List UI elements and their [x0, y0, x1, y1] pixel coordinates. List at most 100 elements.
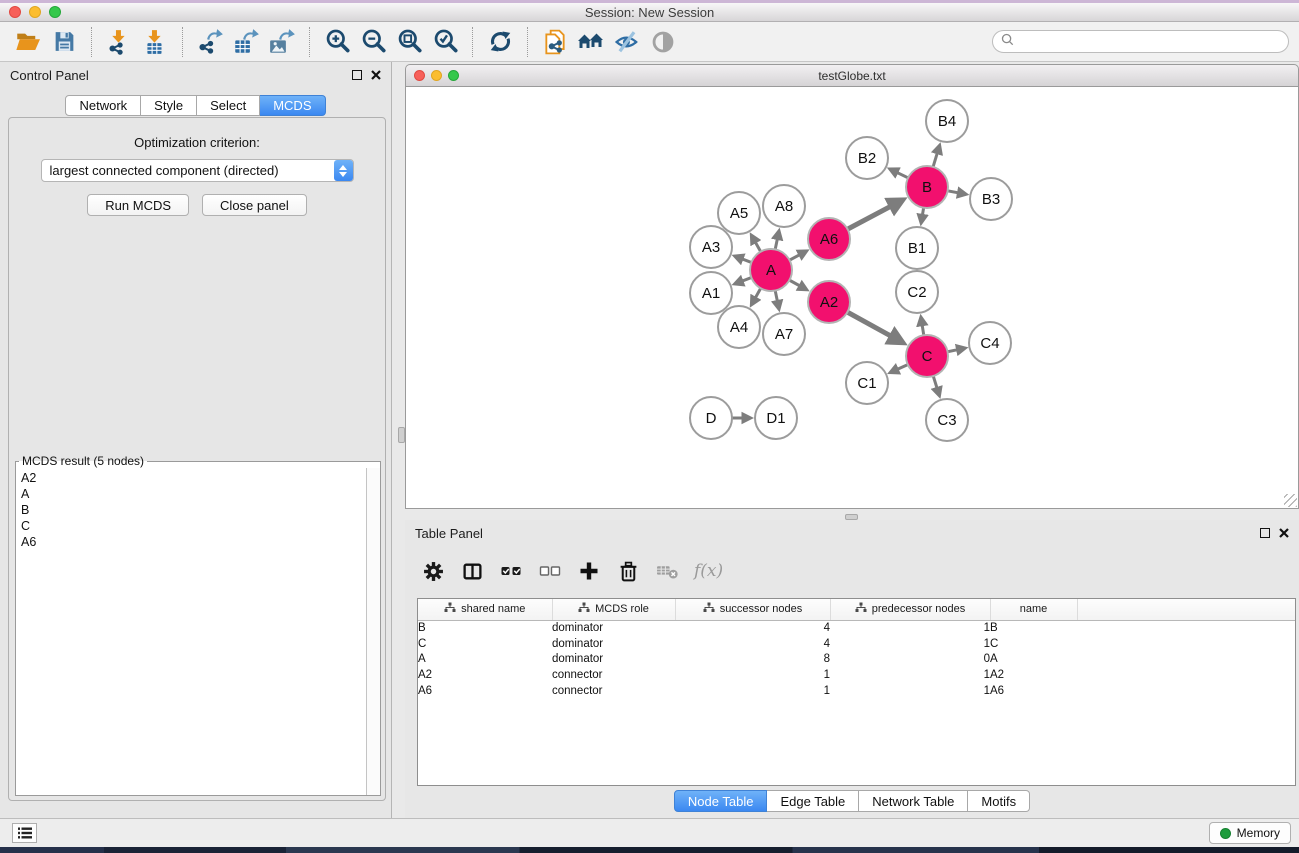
graph-node-label: A8: [775, 198, 793, 215]
graph-node-label: A: [766, 262, 776, 279]
tab-select[interactable]: Select: [197, 95, 260, 116]
table-cell: 1: [830, 683, 990, 699]
tab-motifs[interactable]: Motifs: [968, 790, 1030, 812]
graph-node-A2[interactable]: A2: [808, 281, 850, 323]
zoom-fit-icon[interactable]: [391, 25, 427, 59]
column-header-MCDS-role[interactable]: MCDS role: [552, 599, 675, 620]
refresh-layout-icon[interactable]: [482, 25, 518, 59]
mcds-result-item[interactable]: A2: [16, 470, 366, 486]
tab-node-table[interactable]: Node Table: [674, 790, 768, 812]
table-cell: C: [418, 636, 552, 652]
graph-node-C4[interactable]: C4: [969, 322, 1011, 364]
mcds-result-item[interactable]: A: [16, 486, 366, 502]
table-cell: 1: [830, 667, 990, 683]
graph-node-B[interactable]: B: [906, 166, 948, 208]
column-header-shared-name[interactable]: shared name: [418, 599, 552, 620]
table-row[interactable]: Bdominator41B: [418, 620, 1295, 636]
network-window-titlebar[interactable]: testGlobe.txt: [405, 64, 1299, 86]
table-row[interactable]: Adominator80A: [418, 652, 1295, 668]
graph-node-A5[interactable]: A5: [718, 192, 760, 234]
table-panel-title: Table Panel: [415, 526, 483, 541]
float-table-panel-icon[interactable]: [1260, 528, 1270, 538]
delete-table-icon[interactable]: [651, 555, 683, 587]
export-network-icon[interactable]: [192, 25, 228, 59]
search-field[interactable]: [992, 30, 1289, 53]
column-header-predecessor-nodes[interactable]: predecessor nodes: [830, 599, 990, 620]
run-mcds-button[interactable]: Run MCDS: [87, 194, 189, 216]
column-header-successor-nodes[interactable]: successor nodes: [675, 599, 830, 620]
toolbar-separator: [309, 27, 310, 57]
settings-icon[interactable]: [417, 555, 449, 587]
graph-node-C1[interactable]: C1: [846, 362, 888, 404]
graph-node-A3[interactable]: A3: [690, 226, 732, 268]
graph-node-D1[interactable]: D1: [755, 397, 797, 439]
vertical-splitter-handle[interactable]: [398, 427, 405, 443]
table-row[interactable]: Cdominator41C: [418, 636, 1295, 652]
graph-node-B3[interactable]: B3: [970, 178, 1012, 220]
graph-node-A8[interactable]: A8: [763, 185, 805, 227]
graph-node-label: B2: [858, 150, 876, 167]
import-network-icon[interactable]: [101, 25, 137, 59]
main-area: Control Panel NetworkStyleSelectMCDS Opt…: [0, 62, 1299, 818]
mcds-result-item[interactable]: B: [16, 502, 366, 518]
task-history-button[interactable]: [12, 823, 37, 843]
graph-node-B4[interactable]: B4: [926, 100, 968, 142]
mcds-result-item[interactable]: C: [16, 518, 366, 534]
close-table-panel-icon[interactable]: [1279, 528, 1289, 538]
column-header-filler: [1077, 599, 1295, 620]
unselect-all-icon[interactable]: [534, 555, 566, 587]
mcds-result-item[interactable]: A6: [16, 534, 366, 550]
graph-node-label: C2: [907, 284, 926, 301]
graph-node-C[interactable]: C: [906, 335, 948, 377]
tab-style[interactable]: Style: [141, 95, 197, 116]
tab-network[interactable]: Network: [65, 95, 141, 116]
graph-node-A6[interactable]: A6: [808, 218, 850, 260]
import-table-icon[interactable]: [137, 25, 173, 59]
node-table-header-row: shared nameMCDS rolesuccessor nodesprede…: [418, 599, 1295, 620]
graph-node-A[interactable]: A: [750, 249, 792, 291]
graph-node-B1[interactable]: B1: [896, 227, 938, 269]
mcds-list-scrollbar[interactable]: [366, 468, 380, 795]
graph-node-A7[interactable]: A7: [763, 313, 805, 355]
table-row[interactable]: A2connector11A2: [418, 667, 1295, 683]
window-resize-grip[interactable]: [1284, 494, 1297, 507]
graph-node-A1[interactable]: A1: [690, 272, 732, 314]
delete-column-icon[interactable]: [612, 555, 644, 587]
graph-node-C2[interactable]: C2: [896, 271, 938, 313]
open-session-file-icon[interactable]: [537, 25, 573, 59]
table-row[interactable]: A6connector11A6: [418, 683, 1295, 699]
hierarchy-icon: [855, 602, 867, 616]
tab-network-table[interactable]: Network Table: [859, 790, 968, 812]
zoom-out-icon[interactable]: [355, 25, 391, 59]
graph-node-C3[interactable]: C3: [926, 399, 968, 441]
add-column-icon[interactable]: [573, 555, 605, 587]
hide-graphics-details-icon[interactable]: [609, 25, 645, 59]
zoom-selected-icon[interactable]: [427, 25, 463, 59]
home-icon[interactable]: [573, 25, 609, 59]
search-input[interactable]: [1019, 34, 1280, 50]
open-session-icon[interactable]: [10, 25, 46, 59]
export-image-icon[interactable]: [264, 25, 300, 59]
tab-edge-table[interactable]: Edge Table: [767, 790, 859, 812]
network-canvas[interactable]: B4 B2 B B3 A8 A5 A6 A3 B1 A A1 C2 A2 A4A7 C4 C C1 D D1 C3: [405, 86, 1299, 509]
show-graphics-details-icon[interactable]: [645, 25, 681, 59]
close-panel-icon[interactable]: [371, 70, 381, 80]
show-columns-icon[interactable]: [456, 555, 488, 587]
optimization-select[interactable]: largest connected component (directed): [41, 159, 354, 182]
select-all-icon[interactable]: [495, 555, 527, 587]
graph-node-A4[interactable]: A4: [718, 306, 760, 348]
function-builder-icon[interactable]: f(x): [690, 561, 723, 581]
save-session-icon[interactable]: [46, 25, 82, 59]
status-bar: Memory: [0, 818, 1299, 847]
table-cell-filler: [1077, 636, 1295, 652]
table-cell: dominator: [552, 620, 675, 636]
column-header-name[interactable]: name: [990, 599, 1077, 620]
close-panel-button[interactable]: Close panel: [202, 194, 307, 216]
zoom-in-icon[interactable]: [319, 25, 355, 59]
graph-node-D[interactable]: D: [690, 397, 732, 439]
memory-button[interactable]: Memory: [1209, 822, 1291, 844]
float-panel-icon[interactable]: [352, 70, 362, 80]
graph-node-B2[interactable]: B2: [846, 137, 888, 179]
tab-mcds[interactable]: MCDS: [260, 95, 325, 116]
export-table-icon[interactable]: [228, 25, 264, 59]
